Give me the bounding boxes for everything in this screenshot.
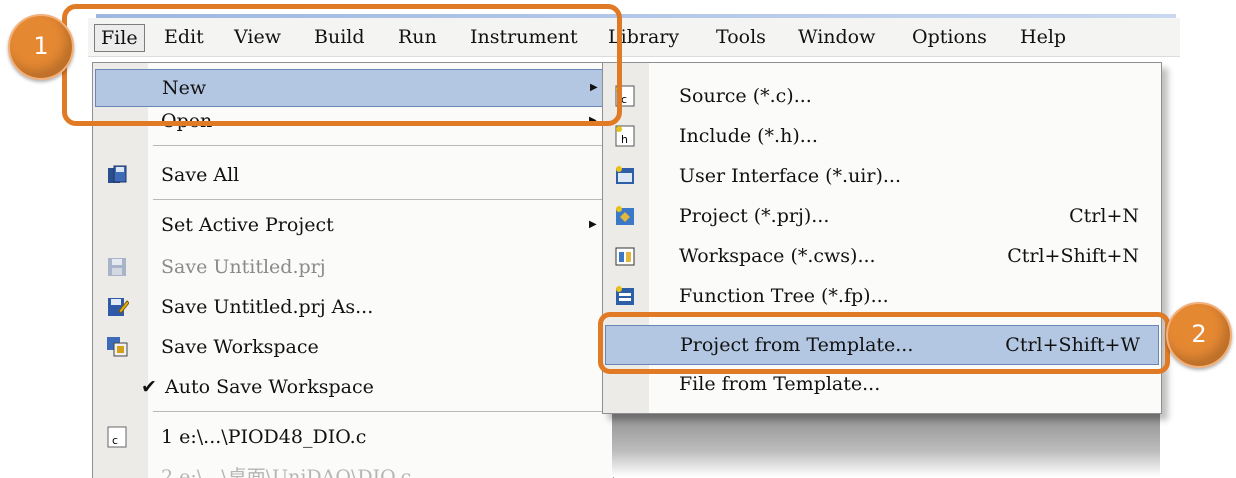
menu-item-label: User Interface (*.uir)... [679,165,901,187]
menu-item-label: Source (*.c)... [679,85,812,107]
new-item-user-interface[interactable]: User Interface (*.uir)... [605,157,1157,195]
file-menu-item-recent-2[interactable]: 2 e:\...\桌面\UniDAQ\DIO.c [95,459,609,478]
menu-help[interactable]: Help [1014,24,1072,50]
save-workspace-icon [107,337,128,357]
menu-item-label: Set Active Project [161,214,334,236]
shortcut-label: Ctrl+N [1069,205,1139,227]
file-menu-item-save-all[interactable]: Save All [95,157,609,193]
callout-badge-1: 1 [8,14,74,80]
save-all-icon [108,165,127,183]
function-tree-icon [616,286,634,305]
menu-separator [153,199,603,200]
new-item-function-tree[interactable]: Function Tree (*.fp)... [605,277,1157,315]
callout-box-1 [62,4,622,126]
file-menu-item-auto-save-workspace[interactable]: ✔ Auto Save Workspace [95,369,609,405]
file-menu-item-recent-1[interactable]: c 1 e:\...\PIOD48_DIO.c [95,419,609,455]
svg-text:h: h [621,133,628,146]
h-include-icon: h [615,125,635,147]
menu-item-label: Save Workspace [161,336,319,358]
menu-options[interactable]: Options [906,24,993,50]
menu-tools[interactable]: Tools [710,24,772,50]
new-item-source[interactable]: c Source (*.c)... [605,77,1157,115]
background-window [612,412,1160,477]
menu-item-label: Workspace (*.cws)... [679,245,876,267]
menu-separator [153,411,603,412]
menu-window[interactable]: Window [792,24,881,50]
new-item-workspace[interactable]: Workspace (*.cws)... Ctrl+Shift+N [605,237,1157,275]
menu-item-label: Save Untitled.prj [161,256,326,278]
workspace-icon [615,247,635,266]
menu-item-label: 1 e:\...\PIOD48_DIO.c [161,426,367,448]
uir-icon [616,166,634,184]
save-as-icon [108,298,129,316]
menu-item-label: Project (*.prj)... [679,205,830,227]
callout-box-2 [598,312,1170,374]
project-icon [616,206,634,225]
file-menu-item-save-workspace[interactable]: Save Workspace [95,329,609,365]
new-item-include[interactable]: h Include (*.h)... [605,117,1157,155]
svg-text:c: c [112,434,118,447]
file-menu-item-save-untitled: Save Untitled.prj [95,249,609,285]
file-menu-item-set-active-project[interactable]: Set Active Project ▶ [95,207,609,243]
new-item-project[interactable]: Project (*.prj)... Ctrl+N [605,197,1157,235]
submenu-arrow-icon: ▶ [589,219,597,230]
menu-separator [153,145,603,146]
menu-item-label: Include (*.h)... [679,125,818,147]
file-menu-item-save-as[interactable]: Save Untitled.prj As... [95,289,609,325]
shortcut-label: Ctrl+Shift+N [1007,245,1139,267]
c-file-icon: c [107,426,127,448]
checkmark-icon: ✔ [141,376,157,398]
menu-item-label: Save All [161,164,240,186]
menu-item-label: Function Tree (*.fp)... [679,285,889,307]
callout-badge-2: 2 [1166,302,1232,368]
menu-item-label: 2 e:\...\桌面\UniDAQ\DIO.c [161,466,412,478]
menu-item-label: Save Untitled.prj As... [161,296,374,318]
menu-item-label: Auto Save Workspace [165,376,374,398]
save-disabled-icon [108,258,126,276]
